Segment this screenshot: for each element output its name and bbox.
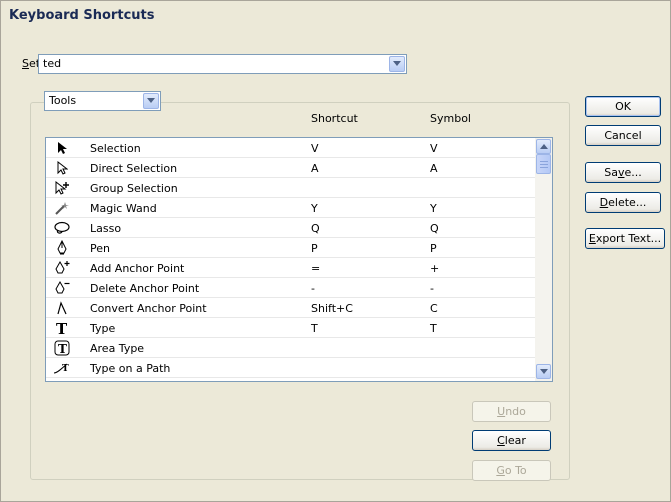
magic-wand-icon [53,200,71,216]
go-to-button[interactable]: Go To [472,460,551,481]
undo-button[interactable]: Undo [472,401,551,422]
type-on-path-icon: T [53,360,71,376]
goto-label-post: o To [504,464,527,477]
list-item[interactable]: Selection V V [46,138,536,158]
scroll-up-button[interactable] [536,139,551,154]
save-label-pre: Sa [604,166,618,179]
direct-selection-arrow-icon [53,160,71,176]
scroll-down-button[interactable] [536,364,551,379]
tool-shortcut: Y [311,202,318,215]
scroll-thumb[interactable] [536,154,551,174]
list-item[interactable]: Magic Wand Y Y [46,198,536,218]
svg-text:T: T [58,342,67,356]
undo-label-post: ndo [505,405,526,418]
export-label-mnemonic: E [588,232,596,245]
category-dropdown-chevron-down-icon[interactable] [143,93,159,109]
tool-name: Delete Anchor Point [90,282,200,295]
tool-shortcut: T [311,322,318,335]
tool-name: Pen [90,242,110,255]
tool-name: Type [90,322,116,335]
area-type-icon: T [53,340,71,356]
column-header-shortcut: Shortcut [311,112,358,125]
list-item[interactable]: T Area Type [46,338,536,358]
set-dropdown-chevron-down-icon[interactable] [389,56,405,72]
tool-name: Type on a Path [90,362,171,375]
list-item[interactable]: Delete Anchor Point - - [46,278,536,298]
convert-anchor-point-icon [53,300,71,316]
list-item[interactable]: Lasso Q Q [46,218,536,238]
lasso-icon [53,220,71,236]
tool-symbol: Y [430,202,437,215]
tool-symbol: - [430,282,434,295]
undo-label-mnemonic: U [497,405,506,418]
clear-button[interactable]: Clear [472,430,551,451]
delete-label-mnemonic: D [599,196,609,209]
list-item[interactable]: T Type T T [46,318,536,338]
tool-symbol: V [430,142,438,155]
tool-name: Direct Selection [90,162,178,175]
column-header-symbol: Symbol [430,112,471,125]
tool-shortcut: A [311,162,319,175]
tool-name: Area Type [90,342,145,355]
set-dropdown[interactable]: ted [38,54,407,74]
keyboard-shortcuts-dialog: Keyboard Shortcuts Set: ted Tools Shortc… [0,0,671,502]
tool-symbol: + [430,262,440,275]
tool-name: Group Selection [90,182,178,195]
tool-symbol: A [430,162,438,175]
clear-label-mnemonic: C [497,434,505,447]
tool-name: Convert Anchor Point [90,302,207,315]
vertical-scrollbar[interactable] [535,138,552,381]
list-item[interactable]: Convert Anchor Point Shift+C C [46,298,536,318]
group-selection-arrow-icon [53,180,71,196]
goto-label-mnemonic: G [496,464,505,477]
delete-anchor-point-icon [53,280,71,296]
tool-name: Selection [90,142,141,155]
tool-shortcut: V [311,142,319,155]
tool-symbol: P [430,242,437,255]
cancel-button[interactable]: Cancel [585,125,661,146]
tool-shortcut: - [311,282,315,295]
tool-shortcut: = [311,262,321,275]
tool-shortcut: Q [311,222,320,235]
svg-text:T: T [62,364,69,374]
delete-button[interactable]: Delete... [585,192,661,213]
delete-label-post: elete... [608,196,647,209]
list-item[interactable]: Group Selection [46,178,536,198]
list-item[interactable]: Pen P P [46,238,536,258]
save-label-post: e... [624,166,642,179]
shortcut-list[interactable]: Selection V V Direct Selection A A Group Selec… [45,137,553,382]
set-label-mnemonic: S [22,57,29,70]
list-item[interactable]: T Type on a Path [46,358,536,378]
tool-name: Magic Wand [90,202,157,215]
title-bar: Keyboard Shortcuts [1,1,670,29]
tool-symbol: Q [430,222,439,235]
export-text-button[interactable]: Export Text... [585,228,665,249]
selection-arrow-icon [53,140,71,156]
list-item[interactable]: Direct Selection A A [46,158,536,178]
save-button[interactable]: Save... [585,162,661,183]
list-item[interactable]: Add Anchor Point = + [46,258,536,278]
clear-label-post: lear [504,434,526,447]
tool-symbol: C [430,302,438,315]
set-value: ted [43,57,62,70]
dialog-title: Keyboard Shortcuts [9,8,155,23]
add-anchor-point-icon [53,260,71,276]
tool-name: Add Anchor Point [90,262,185,275]
ok-button[interactable]: OK [585,96,661,117]
tool-symbol: T [430,322,437,335]
tool-name: Lasso [90,222,122,235]
category-value: Tools [49,94,77,107]
type-icon: T [53,320,71,336]
svg-text:T: T [56,321,68,335]
tool-shortcut: Shift+C [311,302,353,315]
pen-icon [53,240,71,256]
export-label-post: xport Text... [595,232,662,245]
tool-shortcut: P [311,242,318,255]
category-dropdown[interactable]: Tools [44,91,161,111]
